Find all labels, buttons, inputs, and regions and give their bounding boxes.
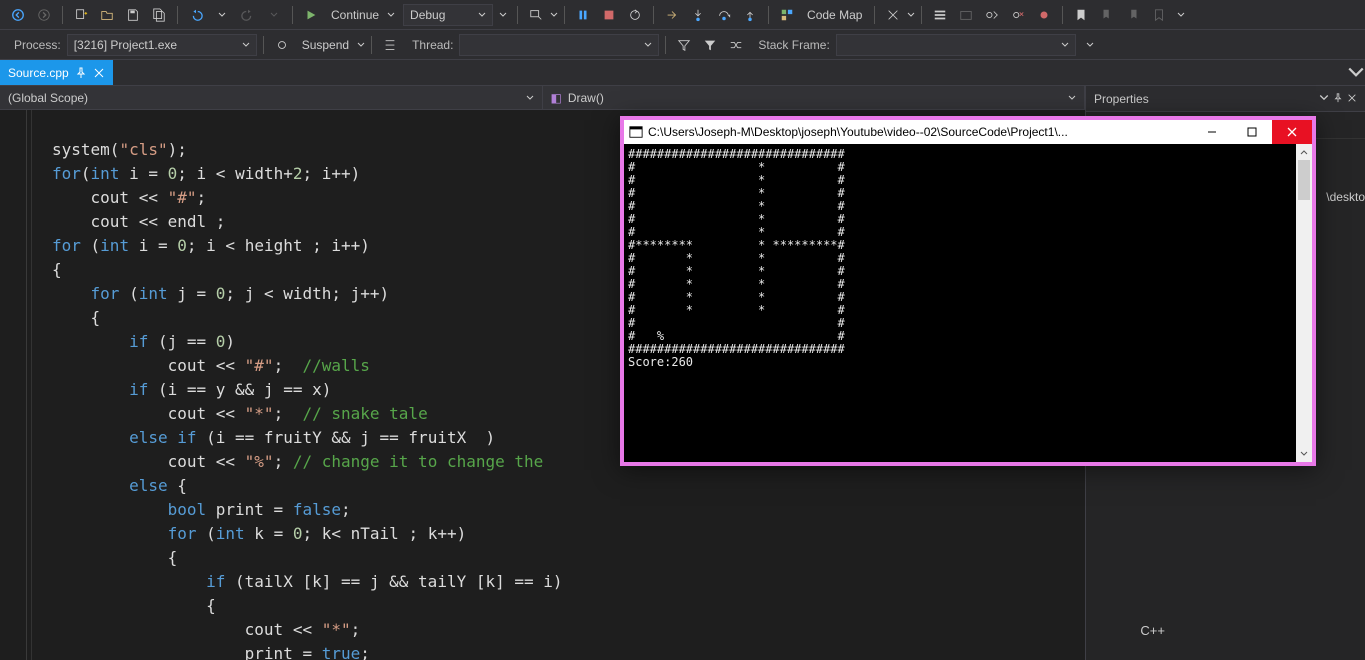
config-value: Debug [410, 8, 445, 22]
continue-drop-icon[interactable] [387, 8, 395, 22]
bp-list-icon[interactable] [928, 3, 952, 27]
properties-title-bar: Properties [1086, 86, 1365, 112]
config-extra-drop[interactable] [495, 8, 511, 22]
bookmark-icon[interactable] [1069, 3, 1093, 27]
filter-icon[interactable] [672, 33, 696, 57]
debug-toolbar-1: Continue Debug Code Map [0, 0, 1365, 30]
chevron-down-icon [478, 8, 486, 22]
new-item-icon[interactable] [69, 3, 93, 27]
continue-label[interactable]: Continue [325, 8, 385, 22]
tabs-dropdown-icon[interactable] [1347, 60, 1365, 85]
scope-left-value: (Global Scope) [8, 91, 88, 105]
console-scrollbar[interactable] [1296, 144, 1312, 462]
open-icon[interactable] [95, 3, 119, 27]
config-dropdown[interactable]: Debug [403, 4, 493, 26]
scope-left[interactable]: (Global Scope) [0, 86, 543, 109]
bookmark-prev-icon[interactable] [1095, 3, 1119, 27]
find-drop-icon[interactable] [550, 8, 558, 22]
console-title: C:\Users\Joseph-M\Desktop\joseph\Youtube… [648, 125, 1192, 139]
process-label: Process: [6, 38, 65, 52]
step-over-icon[interactable] [712, 3, 736, 27]
thread-icon[interactable] [378, 33, 402, 57]
restart-icon[interactable] [623, 3, 647, 27]
chevron-down-icon [644, 38, 652, 52]
bookmark-clear-icon[interactable] [1147, 3, 1171, 27]
thread-label: Thread: [404, 38, 457, 52]
pause-icon[interactable] [571, 3, 595, 27]
show-next-icon[interactable] [660, 3, 684, 27]
chevron-down-icon [526, 91, 534, 105]
undo-drop-icon[interactable] [210, 3, 234, 27]
offscreen-text: \deskto [1326, 190, 1365, 204]
bookmark-next-icon[interactable] [1121, 3, 1145, 27]
pin-icon[interactable] [75, 67, 87, 79]
suspend-label[interactable]: Suspend [296, 38, 355, 52]
nav-back-icon[interactable] [6, 3, 30, 27]
document-tabs: Source.cpp [0, 60, 1365, 86]
continue-icon[interactable] [299, 3, 323, 27]
close-icon[interactable] [1347, 92, 1357, 106]
process-value: [3216] Project1.exe [74, 38, 177, 52]
redo-drop-icon[interactable] [262, 3, 286, 27]
debug-toolbar-2: Process: [3216] Project1.exe Suspend Thr… [0, 30, 1365, 60]
bp-enable-icon[interactable] [1032, 3, 1056, 27]
close-button[interactable] [1272, 120, 1312, 144]
chevron-down-icon [1061, 38, 1069, 52]
bp-toggle-icon[interactable] [980, 3, 1004, 27]
chevron-down-icon [242, 38, 250, 52]
suspend-drop-icon[interactable] [357, 38, 365, 52]
scroll-down-icon[interactable] [1296, 446, 1312, 462]
toolbar-overflow-icon[interactable] [1177, 8, 1185, 22]
properties-title: Properties [1094, 92, 1149, 106]
shuffle-icon[interactable] [724, 33, 748, 57]
save-all-icon[interactable] [147, 3, 171, 27]
tab-label: Source.cpp [8, 66, 69, 80]
chevron-down-icon[interactable] [1319, 92, 1329, 106]
chevron-down-icon [1068, 91, 1076, 105]
bp-folder-icon[interactable] [954, 3, 978, 27]
tool-a-drop[interactable] [907, 8, 915, 22]
console-app-icon [624, 125, 648, 139]
nav-fwd-icon[interactable] [32, 3, 56, 27]
stop-icon[interactable] [597, 3, 621, 27]
codemap-label[interactable]: Code Map [801, 8, 868, 22]
console-output: ############################## # * # # *… [624, 144, 1296, 462]
scope-bar: (Global Scope) ◧ Draw() [0, 86, 1085, 110]
tool-a-icon[interactable] [881, 3, 905, 27]
save-icon[interactable] [121, 3, 145, 27]
tab-source-cpp[interactable]: Source.cpp [0, 60, 113, 85]
language-label: C++ [1140, 623, 1165, 638]
redo-icon[interactable] [236, 3, 260, 27]
codemap-icon[interactable] [775, 3, 799, 27]
toolbar2-overflow-icon[interactable] [1086, 38, 1094, 52]
step-into-icon[interactable] [686, 3, 710, 27]
pin-icon[interactable] [1333, 92, 1343, 106]
thread-dropdown[interactable] [459, 34, 659, 56]
process-dropdown[interactable]: [3216] Project1.exe [67, 34, 257, 56]
console-window[interactable]: C:\Users\Joseph-M\Desktop\joseph\Youtube… [620, 116, 1316, 466]
find-icon[interactable] [524, 3, 548, 27]
scroll-thumb[interactable] [1298, 160, 1310, 200]
stackframe-dropdown[interactable] [836, 34, 1076, 56]
step-out-icon[interactable] [738, 3, 762, 27]
minimize-button[interactable] [1192, 120, 1232, 144]
scroll-up-icon[interactable] [1296, 144, 1312, 160]
undo-icon[interactable] [184, 3, 208, 27]
scope-right-value: Draw() [568, 91, 604, 105]
method-icon: ◧ [551, 91, 562, 105]
close-icon[interactable] [93, 67, 105, 79]
maximize-button[interactable] [1232, 120, 1272, 144]
editor-gutter [0, 110, 32, 660]
cycle-icon[interactable] [270, 33, 294, 57]
stackframe-label: Stack Frame: [750, 38, 833, 52]
filter2-icon[interactable] [698, 33, 722, 57]
scope-right[interactable]: ◧ Draw() [543, 86, 1086, 109]
console-titlebar[interactable]: C:\Users\Joseph-M\Desktop\joseph\Youtube… [624, 120, 1312, 144]
bp-delete-icon[interactable] [1006, 3, 1030, 27]
